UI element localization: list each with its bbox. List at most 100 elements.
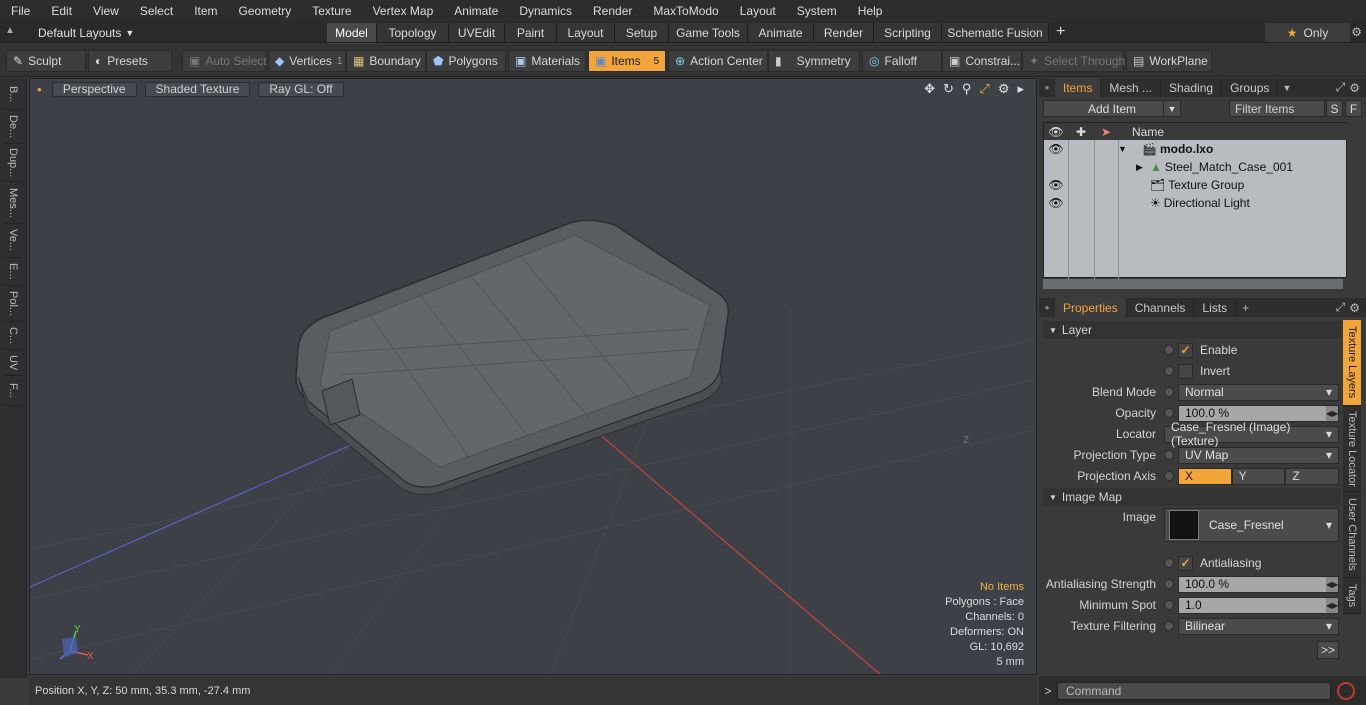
items-button[interactable]: ▣ Items 5 [588,50,666,72]
axis-z-button[interactable]: Z [1285,467,1340,485]
layer-section-header[interactable]: ▼ Layer [1043,321,1341,339]
record-icon[interactable] [1337,681,1355,700]
texture-filtering-select[interactable]: Bilinear [1178,617,1339,635]
menu-file[interactable]: File [0,4,40,18]
left-tab-duplicate[interactable]: Dup... [4,144,22,182]
sculpt-button[interactable]: ✎ Sculpt [6,50,86,72]
tabs-overflow-icon[interactable]: ▼ [1282,83,1291,93]
auto-select-button[interactable]: ▣ Auto Select [182,50,267,72]
expand-panel-icon[interactable]: ⤢ [1336,80,1346,95]
slider-arrows-icon[interactable]: ◀▶ [1326,597,1338,613]
tab-shading[interactable]: Shading [1161,78,1223,97]
tab-schematic-fusion[interactable]: Schematic Fusion [942,23,1049,42]
tree-row-light[interactable]: 👁 ☀ Directional Light [1044,194,1348,212]
tab-items[interactable]: Items [1055,78,1102,97]
eye-icon[interactable]: 👁 [1044,196,1068,210]
gear-icon[interactable]: ⚙ [1351,25,1362,39]
tab-animate[interactable]: Animate [748,23,814,42]
left-tab-deform[interactable]: De... [4,110,22,144]
presets-button[interactable]: ◐ Presets [88,50,172,72]
eye-icon[interactable]: 👁 [1044,142,1068,156]
slider-arrows-icon[interactable]: ◀▶ [1326,405,1338,421]
raygl-button[interactable]: Ray GL: Off [258,81,344,97]
command-input[interactable]: Command [1057,681,1331,700]
constraints-button[interactable]: ▣ Constrai... [942,50,1022,72]
eye-icon[interactable]: 👁 [1044,178,1068,192]
menu-edit[interactable]: Edit [40,4,82,18]
left-tab-curve[interactable]: C... [4,322,22,350]
tree-scrollbar[interactable] [1043,279,1343,289]
projection-type-select[interactable]: UV Map [1178,446,1339,464]
more-button[interactable]: >> [1317,641,1339,659]
locator-select[interactable]: Case_Fresnel (Image) (Texture) [1164,420,1339,448]
tree-row-scene[interactable]: 👁 ▼ 🎬 modo.lxo [1044,140,1348,158]
shading-mode-button[interactable]: Shaded Texture [144,81,251,97]
invert-checkbox[interactable] [1178,363,1193,379]
left-tab-basic[interactable]: B... [4,80,22,110]
vtab-tags[interactable]: Tags [1343,578,1361,614]
tab-render[interactable]: Render [814,23,874,42]
slider-arrows-icon[interactable]: ◀▶ [1326,576,1338,592]
tab-mesh[interactable]: Mesh ... [1101,78,1162,97]
menu-maxtomodo[interactable]: MaxToModo [642,4,728,18]
match-case-mesh[interactable] [295,219,730,495]
pan-icon[interactable]: ✥ [924,81,935,97]
left-tab-fusion[interactable]: F... [4,376,22,406]
opacity-field[interactable]: 100.0 % ◀▶ [1178,404,1339,422]
minimum-spot-field[interactable]: 1.0 ◀▶ [1178,596,1339,614]
tab-scripting[interactable]: Scripting [874,23,942,42]
left-tab-mesh[interactable]: Mes... [4,182,22,224]
add-item-dropdown-icon[interactable]: ▼ [1163,100,1181,117]
filter-items-input[interactable]: Filter Items [1229,100,1325,117]
expand-panel-icon[interactable]: ⤢ [1336,300,1346,315]
tab-paint[interactable]: Paint [505,23,557,42]
axis-x-button[interactable]: X [1178,467,1232,485]
action-center-button[interactable]: ⊕ Action Center [668,50,768,72]
menu-geometry[interactable]: Geometry [228,4,302,18]
image-map-section-header[interactable]: ▼ Image Map [1043,488,1341,506]
tab-layout[interactable]: Layout [557,23,615,42]
tab-groups[interactable]: Groups [1222,78,1279,97]
left-tab-uv[interactable]: UV [4,350,22,376]
zoom-icon[interactable]: ⚲ [962,81,972,97]
menu-view[interactable]: View [82,4,129,18]
symmetry-button[interactable]: ▮ Symmetry [768,50,860,72]
viewport-gear-icon[interactable]: ⚙ [998,81,1010,97]
tab-model[interactable]: Model [327,23,377,42]
polygons-button[interactable]: ⬟ Polygons [426,50,506,72]
materials-button[interactable]: ▣ Materials [508,50,586,72]
menu-layout[interactable]: Layout [729,4,786,18]
menu-dynamics[interactable]: Dynamics [508,4,582,18]
items-gear-icon[interactable]: ⚙ [1349,81,1360,95]
expand-arrow-icon[interactable]: ▼ [1118,144,1127,154]
menu-vertex-map[interactable]: Vertex Map [362,4,444,18]
add-tab-icon[interactable]: + [1242,301,1249,315]
properties-gear-icon[interactable]: ⚙ [1349,301,1360,315]
rotate-icon[interactable]: ↻ [943,81,954,97]
play-arrow-icon[interactable]: ▸ [1017,81,1024,97]
collapse-arrow-icon[interactable]: ▶ [1136,162,1144,173]
menu-item[interactable]: Item [183,4,227,18]
left-tab-vertex[interactable]: Ve... [4,224,22,258]
menu-animate[interactable]: Animate [443,4,508,18]
image-select[interactable]: Case_Fresnel [1164,508,1339,542]
add-tab-icon[interactable]: + [1056,23,1065,41]
s-filter-button[interactable]: S [1326,100,1343,117]
enable-checkbox[interactable]: ✓ [1178,342,1193,358]
tab-topology[interactable]: Topology [377,23,449,42]
tab-uvedit[interactable]: UVEdit [449,23,505,42]
menu-system[interactable]: System [786,4,847,18]
tab-lists[interactable]: Lists [1194,298,1237,317]
maximize-icon[interactable]: ⤢ [979,81,989,97]
antialiasing-checkbox[interactable]: ✓ [1178,555,1193,571]
only-toggle[interactable]: ★ Only [1265,23,1350,42]
vtab-texture-locator[interactable]: Texture Locator [1343,406,1361,492]
workplane-button[interactable]: ▤ WorkPlane [1126,50,1212,72]
vtab-user-channels[interactable]: User Channels [1343,492,1361,578]
select-through-button[interactable]: ✦ Select Through [1022,50,1125,72]
menu-select[interactable]: Select [129,4,183,18]
menu-help[interactable]: Help [847,4,893,18]
tab-channels[interactable]: Channels [1127,298,1195,317]
axis-y-button[interactable]: Y [1231,467,1286,485]
tree-row-mesh[interactable]: ▶ ▲ Steel_Match_Case_001 [1044,158,1348,176]
